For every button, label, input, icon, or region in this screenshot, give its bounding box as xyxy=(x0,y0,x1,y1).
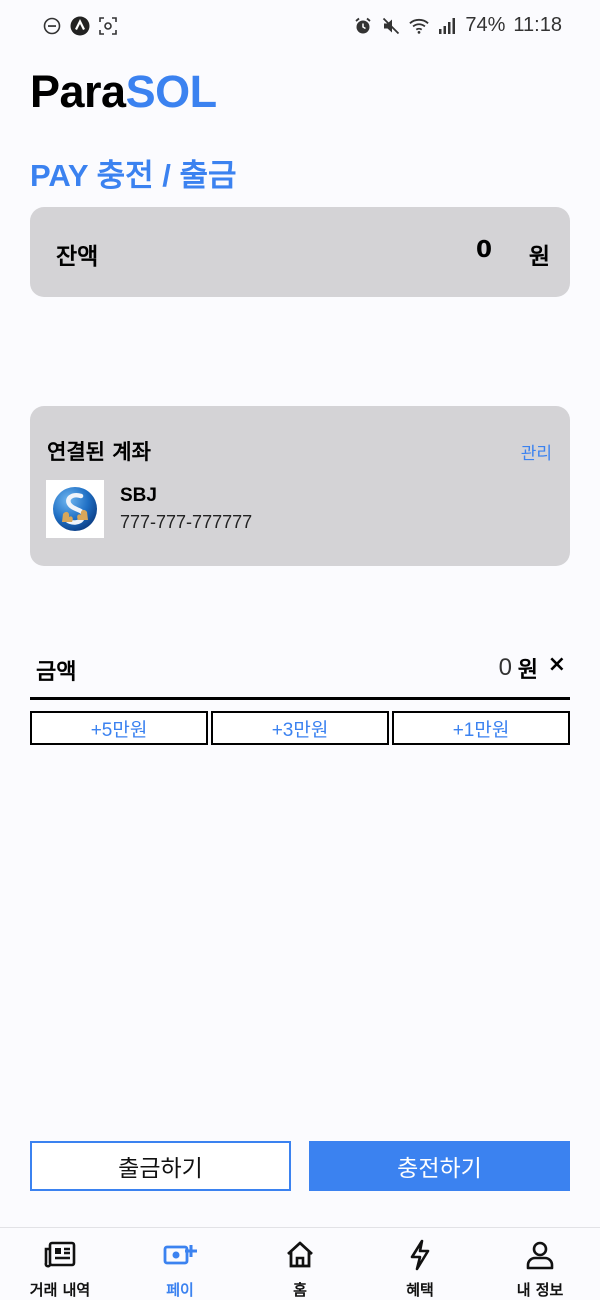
screenshot-icon xyxy=(98,16,118,36)
amount-label: 금액 xyxy=(36,660,77,685)
person-icon xyxy=(523,1238,557,1271)
nav-label-pay: 페이 xyxy=(166,1281,194,1299)
amount-input[interactable]: 0 xyxy=(499,654,512,682)
app-logo: ParaSOL xyxy=(30,66,217,118)
clock: 11:18 xyxy=(513,14,562,36)
amount-unit: 원 xyxy=(517,658,538,683)
nav-item-pay[interactable]: 페이 xyxy=(120,1228,240,1300)
signal-icon xyxy=(437,16,457,36)
nav-label-home: 홈 xyxy=(293,1281,307,1299)
balance-card: 잔액 0 원 xyxy=(30,207,570,297)
nav-label-my-info: 내 정보 xyxy=(516,1281,564,1299)
bank-name: SBJ xyxy=(120,485,157,506)
add-30000-button[interactable]: +3만원 xyxy=(211,711,389,745)
home-icon xyxy=(283,1238,317,1271)
withdraw-button[interactable]: 출금하기 xyxy=(30,1141,291,1191)
alarm-icon xyxy=(353,16,373,36)
charge-button[interactable]: 충전하기 xyxy=(309,1141,570,1191)
nav-app-icon xyxy=(70,16,90,36)
wifi-icon xyxy=(409,16,430,36)
add-50000-button[interactable]: +5만원 xyxy=(30,711,208,745)
bolt-icon xyxy=(403,1238,437,1271)
newspaper-icon xyxy=(43,1238,77,1271)
clear-amount-button[interactable]: × xyxy=(548,652,566,677)
quick-amount-row: +5만원 +3만원 +1만원 xyxy=(30,711,570,745)
battery-level: 74% xyxy=(465,14,506,36)
nav-item-benefits[interactable]: 혜택 xyxy=(360,1228,480,1300)
nav-label-benefits: 혜택 xyxy=(406,1281,434,1299)
nav-item-transactions[interactable]: 거래 내역 xyxy=(0,1228,120,1300)
nav-item-home[interactable]: 홈 xyxy=(240,1228,360,1300)
account-number: 777-777-777777 xyxy=(120,512,253,532)
logo-part-sol: SOL xyxy=(125,66,218,117)
dnd-icon xyxy=(42,16,62,36)
balance-label: 잔액 xyxy=(56,244,99,270)
nav-label-transactions: 거래 내역 xyxy=(29,1281,91,1299)
logo-part-para: Para xyxy=(30,66,126,117)
page-title: PAY 충전 / 출금 xyxy=(30,158,237,193)
bank-logo-icon xyxy=(46,480,104,538)
nav-item-my-info[interactable]: 내 정보 xyxy=(480,1228,600,1300)
mute-icon xyxy=(381,16,401,36)
pay-card-icon xyxy=(163,1238,197,1271)
manage-account-link[interactable]: 관리 xyxy=(521,439,552,464)
balance-value: 0 xyxy=(475,237,492,263)
linked-account-title: 연결된 계좌 xyxy=(47,440,151,464)
amount-underline xyxy=(30,697,570,700)
bottom-nav: 거래 내역 페이 홈 혜택 내 정보 xyxy=(0,1227,600,1300)
linked-account-card: 연결된 계좌 관리 SBJ 777-777-777777 xyxy=(30,406,570,566)
balance-unit: 원 xyxy=(528,244,550,270)
status-bar: 74% 11:18 xyxy=(0,0,600,56)
add-10000-button[interactable]: +1만원 xyxy=(392,711,570,745)
